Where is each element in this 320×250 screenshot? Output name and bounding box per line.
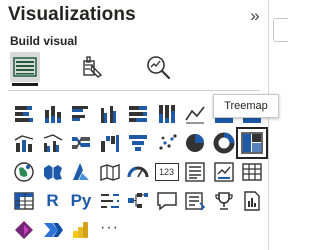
treemap-button[interactable]	[236, 127, 268, 159]
section-divider	[8, 90, 260, 91]
line-and-clustered-column-chart-icon	[43, 134, 62, 152]
filled-map-icon	[43, 165, 62, 180]
line-and-stacked-column-chart-icon	[14, 135, 34, 152]
map-icon	[14, 162, 34, 182]
qa-icon	[156, 192, 177, 211]
r-visual-icon: R	[46, 191, 59, 210]
analytics-tab[interactable]	[143, 52, 173, 82]
power-automate-button[interactable]	[41, 218, 65, 242]
card-button[interactable]: 123	[154, 160, 179, 184]
ribbon-chart-button[interactable]	[69, 131, 93, 155]
multi-row-card-button[interactable]	[183, 160, 207, 184]
shape-map-button[interactable]	[98, 160, 122, 184]
stacked-column-chart-icon	[44, 106, 61, 123]
clustered-bar-chart-button[interactable]	[69, 102, 93, 126]
treemap-icon	[241, 132, 263, 154]
key-influencers-icon	[100, 194, 119, 208]
100-stacked-column-chart-button[interactable]	[155, 102, 179, 126]
tooltip: Treemap	[213, 94, 279, 118]
more-visuals-icon: ···	[100, 219, 119, 236]
clustered-bar-chart-icon	[72, 106, 88, 121]
azure-map-button[interactable]	[69, 160, 93, 184]
matrix-icon	[14, 192, 34, 210]
gauge-button[interactable]	[126, 160, 150, 184]
stacked-bar-chart-button[interactable]	[12, 102, 36, 126]
r-visual-button[interactable]: R	[41, 189, 65, 213]
map-button[interactable]	[12, 160, 36, 184]
smart-narrative-button[interactable]	[183, 189, 207, 213]
donut-chart-button[interactable]	[212, 131, 236, 155]
kpi-icon	[213, 162, 234, 182]
card-icon: 123	[154, 163, 179, 181]
table-icon	[242, 163, 262, 181]
adjacent-pane-tab[interactable]	[273, 18, 288, 42]
python-visual-icon: Py	[70, 191, 92, 210]
funnel-chart-button[interactable]	[126, 131, 150, 155]
build-visual-label: Build visual	[10, 34, 78, 48]
gauge-icon	[127, 166, 149, 178]
decomposition-tree-icon	[128, 193, 148, 208]
pane-title: Visualizations	[8, 4, 136, 25]
stacked-bar-chart-icon	[15, 106, 33, 122]
visualizations-pane: Visualizations » Build visual 123 R Py ·…	[0, 0, 268, 250]
line-and-clustered-column-chart-button[interactable]	[41, 131, 65, 155]
scatter-chart-button[interactable]	[155, 131, 179, 155]
build-visual-icon	[13, 57, 37, 77]
kpi-button[interactable]	[212, 160, 236, 184]
qa-button[interactable]	[155, 189, 179, 213]
smart-narrative-icon	[185, 192, 206, 211]
clustered-column-chart-button[interactable]	[98, 102, 122, 126]
shape-map-icon	[99, 164, 120, 181]
more-visuals-button[interactable]: ···	[98, 218, 122, 242]
azure-map-icon	[73, 163, 89, 180]
power-bi-icon	[73, 222, 88, 238]
funnel-chart-icon	[129, 135, 147, 151]
100-stacked-bar-chart-button[interactable]	[126, 102, 150, 126]
collapse-pane-button[interactable]: »	[245, 6, 265, 26]
format-visual-icon	[83, 56, 103, 78]
key-influencers-button[interactable]	[98, 189, 122, 213]
100-stacked-column-chart-icon	[158, 105, 175, 123]
paginated-report-button[interactable]	[240, 189, 264, 213]
power-automate-icon	[43, 223, 63, 237]
ribbon-chart-icon	[72, 137, 90, 149]
pie-chart-icon	[186, 134, 204, 152]
100-stacked-bar-chart-icon	[129, 106, 147, 122]
clustered-column-chart-icon	[100, 106, 116, 123]
matrix-button[interactable]	[12, 189, 36, 213]
decomposition-tree-button[interactable]	[126, 189, 150, 213]
analytics-icon	[147, 56, 171, 80]
table-button[interactable]	[240, 160, 264, 184]
donut-chart-icon	[213, 132, 234, 154]
power-apps-icon	[15, 221, 33, 239]
goals-icon	[214, 192, 233, 210]
adjacent-pane-edge	[269, 0, 288, 250]
scatter-chart-icon	[158, 134, 177, 150]
waterfall-chart-icon	[100, 135, 119, 152]
format-visual-tab[interactable]	[77, 52, 107, 82]
pane-mode-switcher	[0, 52, 268, 88]
power-bi-button[interactable]	[69, 218, 93, 242]
python-visual-button[interactable]: Py	[69, 189, 93, 213]
line-chart-icon	[185, 106, 205, 124]
pie-chart-button[interactable]	[183, 131, 207, 155]
stacked-column-chart-button[interactable]	[41, 102, 65, 126]
build-visual-tab[interactable]	[10, 52, 40, 86]
filled-map-button[interactable]	[41, 160, 65, 184]
paginated-report-icon	[244, 191, 260, 211]
line-chart-button[interactable]	[183, 102, 207, 126]
multi-row-card-icon	[185, 162, 205, 182]
line-and-stacked-column-chart-button[interactable]	[12, 131, 36, 155]
goals-button[interactable]	[212, 189, 236, 213]
waterfall-chart-button[interactable]	[98, 131, 122, 155]
power-apps-button[interactable]	[12, 218, 36, 242]
